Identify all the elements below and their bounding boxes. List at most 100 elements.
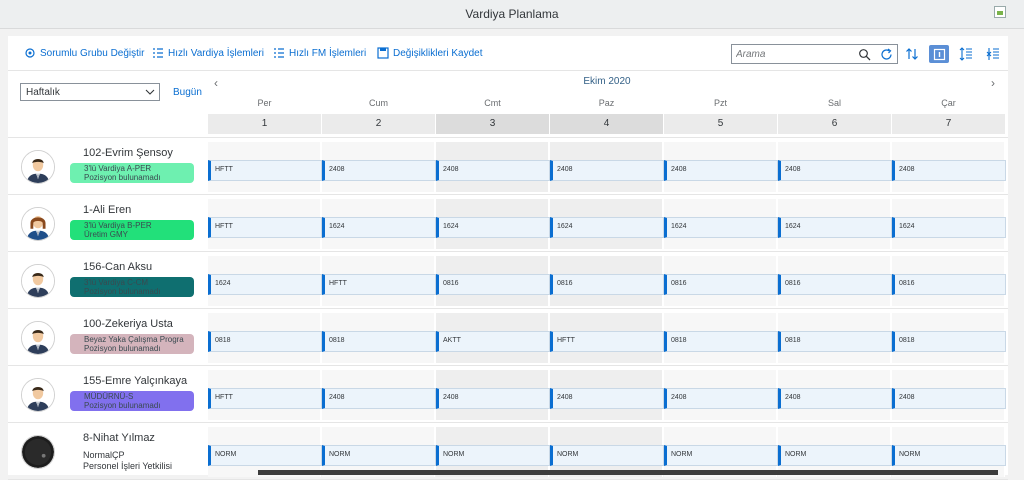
collapse-rows-button[interactable] bbox=[983, 45, 1003, 63]
day-name: Cum bbox=[368, 98, 388, 108]
day-name: Paz bbox=[598, 98, 615, 108]
shift-item[interactable]: NORM bbox=[436, 445, 550, 466]
shift-item[interactable]: 0816 bbox=[892, 274, 1006, 295]
shift-item[interactable]: HFTT bbox=[208, 388, 322, 409]
day-number[interactable]: 1 bbox=[208, 114, 321, 134]
calendar-view-button[interactable] bbox=[929, 45, 949, 63]
shift-item[interactable]: 0818 bbox=[208, 331, 322, 352]
save-changes-button[interactable]: Değişiklikleri Kaydet bbox=[377, 47, 482, 59]
position-label: Pozisyon bulunamadı bbox=[84, 287, 161, 296]
shift-item[interactable]: NORM bbox=[322, 445, 436, 466]
employee-name[interactable]: 100-Zekeriya Usta bbox=[83, 318, 173, 330]
shift-item[interactable]: NORM bbox=[550, 445, 664, 466]
employee-name[interactable]: 8-Nihat Yılmaz bbox=[83, 432, 155, 444]
shift-item[interactable]: 2408 bbox=[778, 388, 892, 409]
today-button[interactable]: Bugün bbox=[173, 87, 202, 98]
day-name: Sal bbox=[827, 98, 841, 108]
shift-item[interactable]: 0818 bbox=[778, 331, 892, 352]
day-number[interactable]: 4 bbox=[550, 114, 663, 134]
sort-icon bbox=[906, 48, 918, 60]
position-label: Üretim GMY bbox=[84, 230, 128, 239]
chevron-down-icon bbox=[145, 89, 155, 95]
shift-item[interactable]: 1624 bbox=[550, 217, 664, 238]
next-week-button[interactable]: › bbox=[991, 76, 995, 90]
shift-item[interactable]: 2408 bbox=[664, 160, 778, 181]
day-number[interactable]: 2 bbox=[322, 114, 435, 134]
shift-item[interactable]: 2408 bbox=[322, 160, 436, 181]
day-number[interactable]: 7 bbox=[892, 114, 1005, 134]
change-group-label: Sorumlu Grubu Değiştir bbox=[40, 47, 145, 59]
quick-shift-button[interactable]: Hızlı Vardiya İşlemleri bbox=[152, 47, 264, 59]
day-number[interactable]: 3 bbox=[436, 114, 549, 134]
shift-item[interactable]: 1624 bbox=[322, 217, 436, 238]
shift-item[interactable]: 2408 bbox=[892, 160, 1006, 181]
male-avatar-icon bbox=[21, 321, 55, 355]
shift-item[interactable]: NORM bbox=[778, 445, 892, 466]
sort-button[interactable] bbox=[902, 45, 922, 63]
shift-item[interactable]: 2408 bbox=[664, 388, 778, 409]
shift-item[interactable]: 0816 bbox=[550, 274, 664, 295]
shift-group-label: MÜDÜRNÜ-S bbox=[84, 392, 134, 401]
chevron-right-icon: › bbox=[991, 76, 995, 90]
shift-item[interactable]: 1624 bbox=[892, 217, 1006, 238]
expand-rows-button[interactable] bbox=[956, 45, 976, 63]
shift-item[interactable]: 2408 bbox=[892, 388, 1006, 409]
shift-item[interactable]: NORM bbox=[664, 445, 778, 466]
shift-item[interactable]: 2408 bbox=[322, 388, 436, 409]
shift-item[interactable]: AKTT bbox=[436, 331, 550, 352]
day-number[interactable]: 6 bbox=[778, 114, 891, 134]
employee-row: 1-Ali Eren 3'lü Vardiya B-PER Üretim GMY HF… bbox=[8, 195, 1008, 252]
shift-item[interactable]: 0816 bbox=[664, 274, 778, 295]
shift-item[interactable]: 2408 bbox=[550, 388, 664, 409]
shift-item[interactable]: HFTT bbox=[550, 331, 664, 352]
shift-item[interactable]: 2408 bbox=[550, 160, 664, 181]
shift-item[interactable]: 1624 bbox=[208, 274, 322, 295]
employee-row: 102-Evrim Şensoy 3'lü Vardiya A-PER Pozisy… bbox=[8, 138, 1008, 195]
male-avatar-icon bbox=[21, 378, 55, 412]
shift-item[interactable]: 1624 bbox=[778, 217, 892, 238]
shift-item[interactable]: 2408 bbox=[436, 160, 550, 181]
toolbar: Sorumlu Grubu Değiştir Hızlı Vardiya İşl… bbox=[8, 36, 1008, 70]
employee-name[interactable]: 1-Ali Eren bbox=[83, 204, 131, 216]
group-settings-icon bbox=[25, 48, 35, 58]
quick-fm-button[interactable]: Hızlı FM İşlemleri bbox=[273, 47, 366, 59]
employee-name[interactable]: 102-Evrim Şensoy bbox=[83, 147, 173, 159]
shift-item[interactable]: 2408 bbox=[436, 388, 550, 409]
shift-item[interactable]: 0818 bbox=[322, 331, 436, 352]
shift-item[interactable]: 0816 bbox=[778, 274, 892, 295]
shift-item[interactable]: NORM bbox=[208, 445, 322, 466]
day-number[interactable]: 5 bbox=[664, 114, 777, 134]
avatar-image bbox=[22, 265, 54, 297]
shift-item[interactable]: HFTT bbox=[208, 160, 322, 181]
shift-item[interactable]: HFTT bbox=[208, 217, 322, 238]
search-icon[interactable] bbox=[858, 48, 871, 61]
position-label: Pozisyon bulunamadı bbox=[84, 401, 161, 410]
change-group-button[interactable]: Sorumlu Grubu Değiştir bbox=[24, 47, 144, 59]
employee-name[interactable]: 155-Emre Yalçınkaya bbox=[83, 375, 187, 387]
shift-item[interactable]: 0816 bbox=[436, 274, 550, 295]
shift-group-badge: Beyaz Yaka Çalışma Progra Pozisyon buluna… bbox=[70, 334, 194, 354]
shift-item[interactable]: 1624 bbox=[436, 217, 550, 238]
avatar-image bbox=[22, 208, 54, 240]
image-icon bbox=[994, 6, 1006, 18]
shift-item[interactable]: NORM bbox=[892, 445, 1006, 466]
view-select-value: Haftalık bbox=[26, 87, 60, 98]
shift-item[interactable]: 1624 bbox=[664, 217, 778, 238]
shift-item[interactable]: 0818 bbox=[892, 331, 1006, 352]
employee-name[interactable]: 156-Can Aksu bbox=[83, 261, 152, 273]
shift-item[interactable]: 0818 bbox=[664, 331, 778, 352]
month-label: Ekim 2020 bbox=[583, 76, 631, 87]
avatar-image bbox=[22, 379, 54, 411]
shift-item[interactable]: 2408 bbox=[778, 160, 892, 181]
save-changes-label: Değişiklikleri Kaydet bbox=[393, 47, 483, 59]
planner-panel: Sorumlu Grubu Değiştir Hızlı Vardiya İşl… bbox=[8, 36, 1008, 480]
employee-row: 100-Zekeriya Usta Beyaz Yaka Çalışma Prog… bbox=[8, 309, 1008, 366]
view-select[interactable]: Haftalık bbox=[20, 83, 160, 101]
horizontal-scrollbar[interactable] bbox=[258, 470, 998, 475]
shift-item[interactable]: HFTT bbox=[322, 274, 436, 295]
search-input[interactable] bbox=[736, 47, 854, 61]
refresh-icon[interactable] bbox=[880, 48, 893, 61]
list-checks-icon bbox=[153, 48, 163, 58]
shift-group-badge: 3'lü Vardiya A-PER Pozisyon bulunamadı bbox=[70, 163, 194, 183]
position-label: Pozisyon bulunamadı bbox=[84, 173, 161, 182]
